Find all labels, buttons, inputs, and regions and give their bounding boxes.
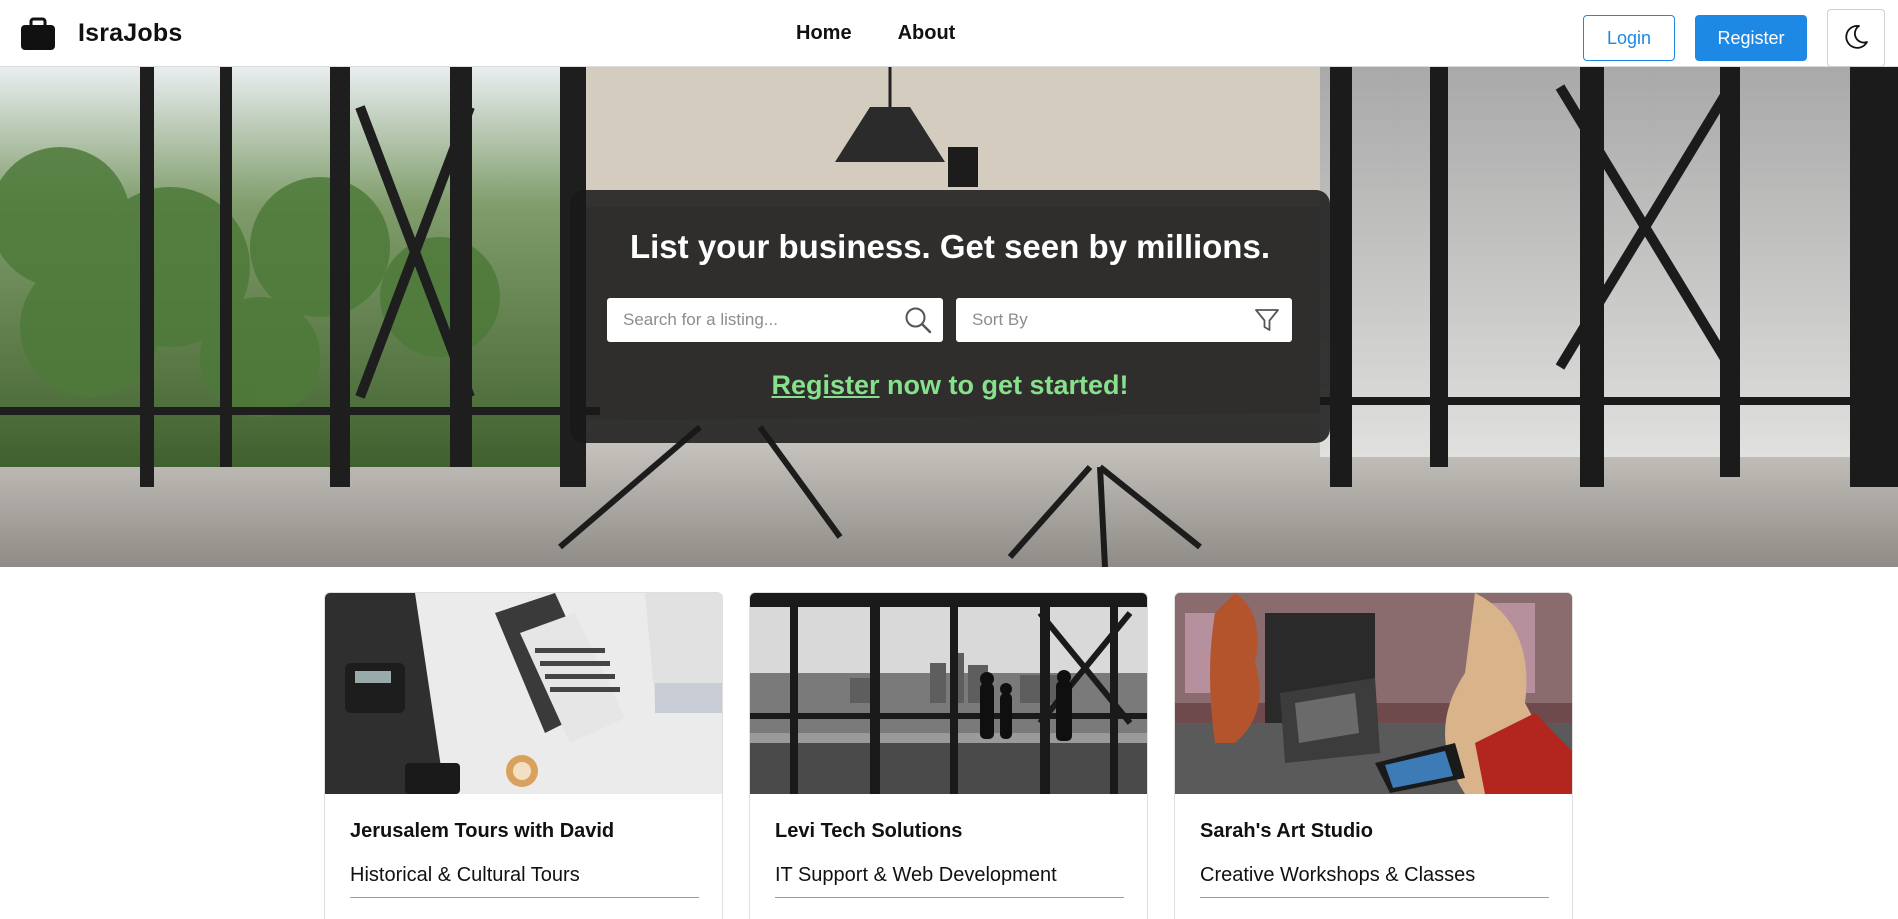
listing-card[interactable]: Levi Tech Solutions IT Support & Web Dev… [749, 592, 1148, 919]
listing-card[interactable]: Jerusalem Tours with David Historical & … [324, 592, 723, 919]
navbar: IsraJobs Home About Login Register [0, 0, 1898, 67]
moon-icon [1843, 24, 1869, 53]
sort-by-label: Sort By [972, 310, 1028, 329]
theme-toggle-button[interactable] [1827, 9, 1885, 67]
register-cta-text: now to get started! [879, 370, 1129, 400]
listing-card-image [750, 593, 1147, 794]
listing-card-title: Jerusalem Tours with David [350, 820, 615, 842]
search-input[interactable] [607, 298, 887, 342]
search-icon[interactable] [903, 305, 933, 335]
main-nav: Home About [796, 0, 955, 67]
brand[interactable]: IsraJobs [20, 0, 182, 67]
search-box [607, 298, 943, 342]
brand-name: IsraJobs [78, 19, 183, 47]
sort-by-select[interactable]: Sort By [956, 298, 1292, 342]
nav-link-home[interactable]: Home [796, 22, 852, 45]
nav-actions: Login Register [1583, 9, 1885, 67]
listing-card-subtitle: Historical & Cultural Tours [350, 864, 580, 886]
register-cta: Register now to get started! [570, 370, 1330, 401]
listing-cards: Jerusalem Tours with David Historical & … [324, 592, 1574, 919]
listing-card-subtitle: IT Support & Web Development [775, 864, 1057, 886]
login-button[interactable]: Login [1583, 15, 1675, 61]
briefcase-icon [20, 17, 56, 51]
listing-card-image [1175, 593, 1572, 794]
hero-panel: List your business. Get seen by millions… [570, 190, 1330, 443]
filter-icon [1252, 305, 1282, 335]
listing-card-title: Sarah's Art Studio [1200, 820, 1373, 842]
listing-card-image [325, 593, 722, 794]
hero-title: List your business. Get seen by millions… [629, 228, 1270, 265]
listing-card-title: Levi Tech Solutions [775, 820, 963, 842]
nav-link-about[interactable]: About [898, 22, 956, 45]
hero-section: List your business. Get seen by millions… [0, 67, 1898, 567]
listing-card-divider [1200, 897, 1549, 898]
register-button[interactable]: Register [1695, 15, 1807, 61]
listing-card-divider [775, 897, 1124, 898]
listing-card[interactable]: Sarah's Art Studio Creative Workshops & … [1174, 592, 1573, 919]
register-cta-link[interactable]: Register [771, 370, 879, 400]
listing-card-subtitle: Creative Workshops & Classes [1200, 864, 1476, 886]
listing-card-divider [350, 897, 699, 898]
